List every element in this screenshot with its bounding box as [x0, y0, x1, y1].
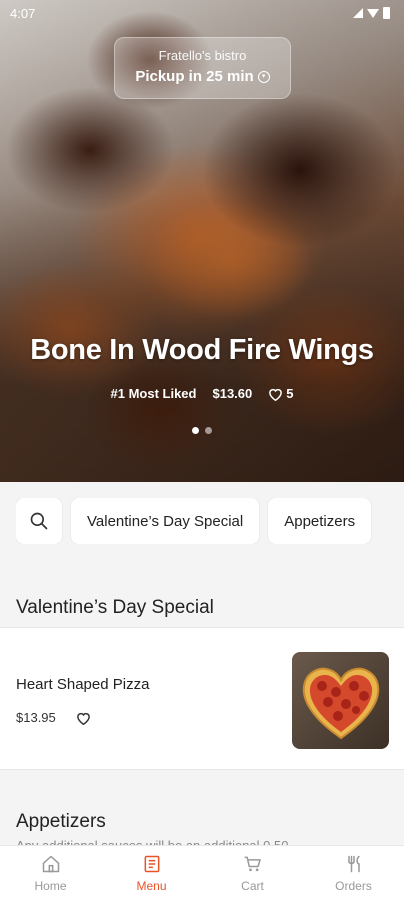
hero-badge: #1 Most Liked [110, 386, 197, 401]
signal-icon [367, 9, 379, 18]
heart-pizza-image [302, 667, 380, 740]
nav-menu-label: Menu [136, 878, 167, 893]
nav-home[interactable]: Home [6, 854, 96, 893]
chip-valentines-day-special[interactable]: Valentine’s Day Special [71, 498, 260, 544]
hero-likes-count: 5 [286, 386, 294, 401]
nav-cart-label: Cart [241, 878, 264, 893]
menu-book-icon [144, 855, 159, 872]
store-name: Fratello's bistro [158, 48, 247, 63]
chevron-down-circle-icon: ▾ [257, 70, 270, 83]
search-button[interactable] [16, 498, 62, 544]
search-icon [30, 512, 48, 530]
nav-home-label: Home [34, 878, 67, 893]
hero-banner[interactable]: 4:07 Fratello's bistro Pickup in 25 min … [0, 0, 404, 482]
item-image [292, 652, 389, 749]
hero-title: Bone In Wood Fire Wings [30, 334, 374, 366]
nav-orders-label: Orders [335, 878, 372, 893]
chip-appetizers[interactable]: Appetizers [268, 498, 372, 544]
nav-orders[interactable]: Orders [309, 854, 399, 893]
item-price-row: $13.95 [16, 710, 91, 725]
bottom-nav: Home Menu Cart Orders [0, 845, 404, 900]
status-time: 4:07 [10, 5, 36, 21]
category-chips: Valentine’s Day Special Appetizers [16, 498, 404, 544]
menu-item-card[interactable]: Heart Shaped Pizza $13.95 [0, 627, 404, 770]
carousel-dot[interactable] [192, 427, 199, 434]
pickup-card[interactable]: Fratello's bistro Pickup in 25 min ▾ [114, 37, 291, 99]
carousel-dots [0, 427, 404, 434]
hero-likes[interactable]: 5 [268, 386, 293, 401]
pickup-time: Pickup in 25 min ▾ [115, 68, 290, 85]
fork-knife-icon [347, 855, 360, 872]
carousel-dot[interactable] [205, 427, 212, 434]
nav-menu[interactable]: Menu [107, 854, 197, 893]
heart-icon [269, 388, 283, 401]
wifi-icon [353, 8, 363, 18]
pickup-time-label: Pickup in 25 min [135, 68, 254, 85]
item-price: $13.95 [16, 710, 56, 725]
home-icon [42, 855, 59, 872]
status-icons [353, 7, 390, 19]
status-bar: 4:07 [0, 0, 404, 26]
cart-icon [244, 856, 261, 871]
section-title-appetizers: Appetizers [16, 811, 106, 832]
nav-cart[interactable]: Cart [208, 854, 298, 893]
section-title-valentines: Valentine’s Day Special [16, 597, 214, 618]
item-name: Heart Shaped Pizza [16, 676, 150, 693]
hero-meta: #1 Most Liked $13.60 5 [0, 386, 404, 401]
hero-price: $13.60 [212, 386, 253, 401]
battery-icon [383, 7, 390, 19]
heart-icon[interactable] [76, 711, 91, 725]
